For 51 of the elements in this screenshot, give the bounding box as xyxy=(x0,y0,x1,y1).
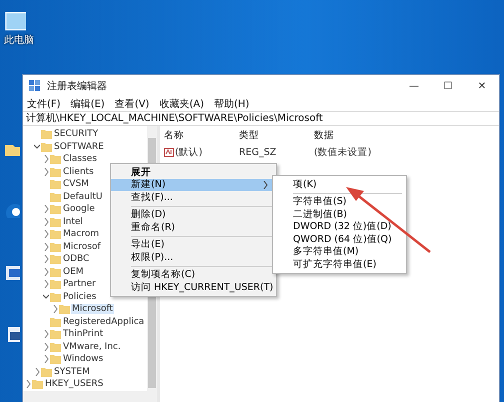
table-cell: REG_SZ xyxy=(239,147,276,158)
menu-item[interactable]: 二进制值(B) xyxy=(273,208,406,220)
app-icon[interactable] xyxy=(4,264,20,280)
menu-item[interactable]: 查看(V) xyxy=(114,97,150,111)
maximize-button[interactable]: ☐ xyxy=(431,75,465,97)
tree-item[interactable]: Policies xyxy=(23,290,147,303)
menu-item[interactable]: 帮助(H) xyxy=(214,97,250,111)
menu-item[interactable]: 编辑(E) xyxy=(70,97,105,111)
menu-item[interactable]: 复制项名称(C) xyxy=(111,268,276,281)
menu-item[interactable]: 权限(P)... xyxy=(111,251,276,264)
collapse-chevron-icon[interactable] xyxy=(34,142,40,151)
menu-item[interactable]: 查找(F)... xyxy=(111,191,276,204)
tree-item[interactable]: ThinPrint xyxy=(23,328,147,340)
string-value-icon[interactable] xyxy=(164,148,174,157)
menu-item[interactable]: 删除(D) xyxy=(111,208,276,221)
column-header[interactable]: 名称 xyxy=(164,126,239,145)
menu-item[interactable]: QWORD (64 位)值(Q) xyxy=(273,233,406,246)
menu-item[interactable]: 展开 xyxy=(111,166,276,178)
minimize-button[interactable]: — xyxy=(397,75,431,97)
table-cell: (默认) xyxy=(175,147,202,158)
menu-item[interactable]: 项(K) xyxy=(273,178,406,190)
horizontal-scrollbar[interactable] xyxy=(23,391,157,402)
menu-item[interactable]: DWORD (32 位)值(D) xyxy=(273,220,406,233)
tree-item[interactable]: Microsoft xyxy=(23,303,147,316)
menu-item[interactable]: 文件(F) xyxy=(27,97,61,111)
tree-item[interactable]: VMware, Inc. xyxy=(23,340,147,353)
tree-item[interactable]: HKEY_USERS xyxy=(23,378,147,390)
tree-item[interactable]: Windows xyxy=(23,353,147,366)
table-cell: (数值未设置) xyxy=(314,147,372,158)
collapse-chevron-icon[interactable] xyxy=(42,292,48,301)
computer-icon[interactable] xyxy=(4,10,26,31)
desktop-icon-label[interactable]: 此电脑 xyxy=(4,33,34,47)
menu-item[interactable]: 访问 HKEY_CURRENT_USER(T) xyxy=(111,281,276,294)
tree-item[interactable]: RegisteredApplica xyxy=(23,316,147,328)
menu-item[interactable]: 重命名(R) xyxy=(111,221,276,234)
tree-item[interactable]: SECURITY xyxy=(23,128,147,140)
window-title: 注册表编辑器 xyxy=(47,80,107,93)
menu-item[interactable]: 收藏夹(A) xyxy=(159,97,204,111)
address-field[interactable]: 计算机\HKEY_LOCAL_MACHINE\SOFTWARE\Policies\Microsoft xyxy=(23,111,499,126)
close-button[interactable]: ✕ xyxy=(465,75,499,97)
column-header[interactable]: 数据 xyxy=(314,126,434,145)
tree-item[interactable]: SYSTEM xyxy=(23,366,147,378)
menu-item[interactable]: 字符串值(S) xyxy=(273,196,406,208)
tree-item[interactable]: Classes xyxy=(23,153,147,166)
menu-item[interactable]: 多字符串值(M) xyxy=(273,246,406,258)
menu-item[interactable]: 导出(E) xyxy=(111,238,276,251)
expand-chevron-icon[interactable] xyxy=(52,305,58,314)
app-icon[interactable] xyxy=(29,80,41,92)
menu-item[interactable]: 可扩充字符串值(E) xyxy=(273,258,406,270)
tree-item[interactable]: SOFTWARE xyxy=(23,140,147,153)
column-header[interactable]: 类型 xyxy=(239,126,314,145)
